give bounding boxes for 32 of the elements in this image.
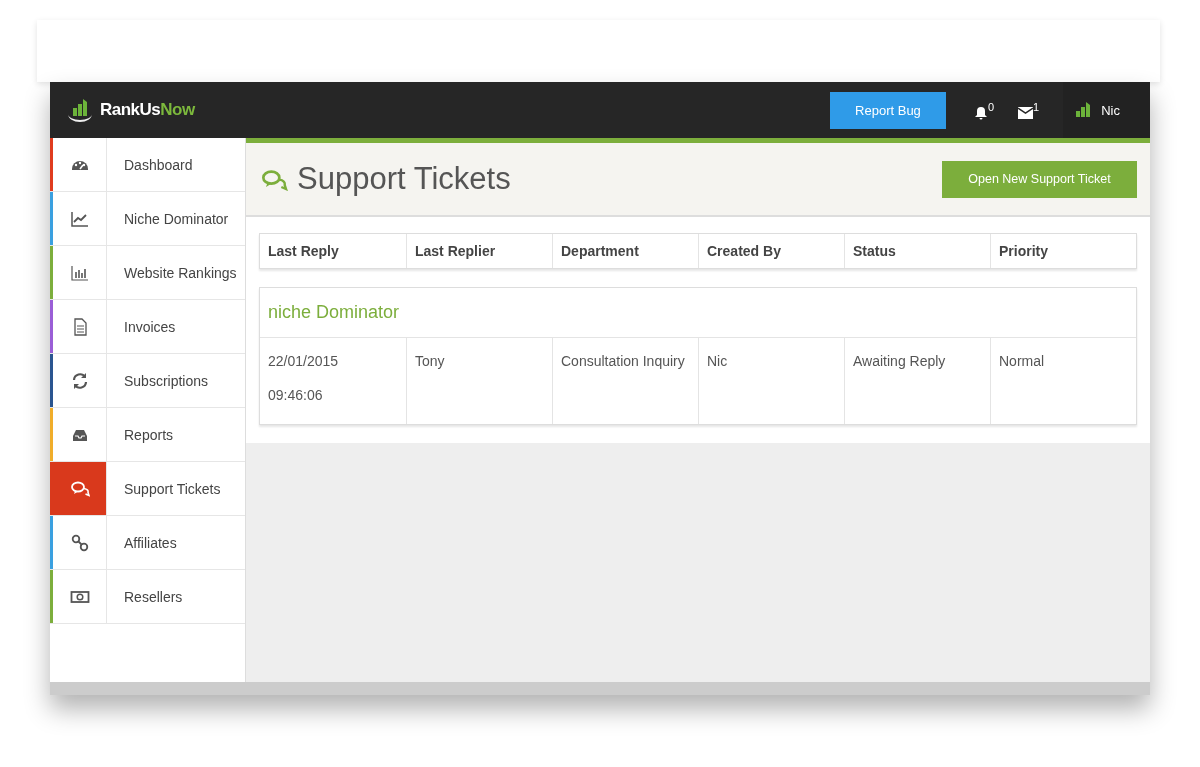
sidebar-item[interactable]: Support Tickets bbox=[50, 462, 245, 516]
sidebar-item[interactable]: Resellers bbox=[50, 570, 245, 624]
user-name[interactable]: Nic bbox=[1101, 102, 1120, 118]
sidebar-item[interactable]: Invoices bbox=[50, 300, 245, 354]
group-title: niche Dominator bbox=[260, 288, 1136, 338]
sidebar-item[interactable]: Subscriptions bbox=[50, 354, 245, 408]
column-header[interactable]: Department bbox=[552, 234, 698, 268]
sidebar-item[interactable]: Dashboard bbox=[50, 138, 245, 192]
table-cell-text: Normal bbox=[999, 353, 1046, 369]
chat-icon bbox=[259, 167, 289, 191]
envelope-icon[interactable] bbox=[1018, 107, 1034, 119]
bell-icon[interactable] bbox=[973, 105, 988, 120]
column-header[interactable]: Priority bbox=[990, 234, 1136, 268]
column-header[interactable]: Last Reply bbox=[260, 234, 406, 268]
table-cell-text: Nic bbox=[707, 353, 729, 369]
logo-text: RankUsNow bbox=[100, 100, 195, 120]
chain-link-icon bbox=[69, 532, 90, 553]
notification-count: 0 bbox=[987, 100, 995, 113]
table-cell-text: Consultation Inquiry bbox=[561, 353, 686, 369]
message-count: 1 bbox=[1033, 101, 1040, 113]
page-title: Support Tickets bbox=[297, 161, 511, 197]
table-cell-text: 22/01/2015 bbox=[268, 353, 340, 369]
column-header[interactable]: Last Replier bbox=[406, 234, 552, 268]
sidebar-item[interactable]: Reports bbox=[50, 408, 245, 462]
table-cell-text: Awaiting Reply bbox=[853, 353, 947, 369]
sidebar-item[interactable]: Website Rankings bbox=[50, 246, 245, 300]
sidebar-item[interactable]: Affiliates bbox=[50, 516, 245, 570]
sidebar-item[interactable]: Niche Dominator bbox=[50, 192, 245, 246]
column-header[interactable]: Status bbox=[844, 234, 990, 268]
column-header[interactable]: Created By bbox=[698, 234, 844, 268]
table-cell-text: Tony bbox=[415, 353, 446, 369]
table-cell-text: 09:46:06 bbox=[268, 387, 324, 403]
